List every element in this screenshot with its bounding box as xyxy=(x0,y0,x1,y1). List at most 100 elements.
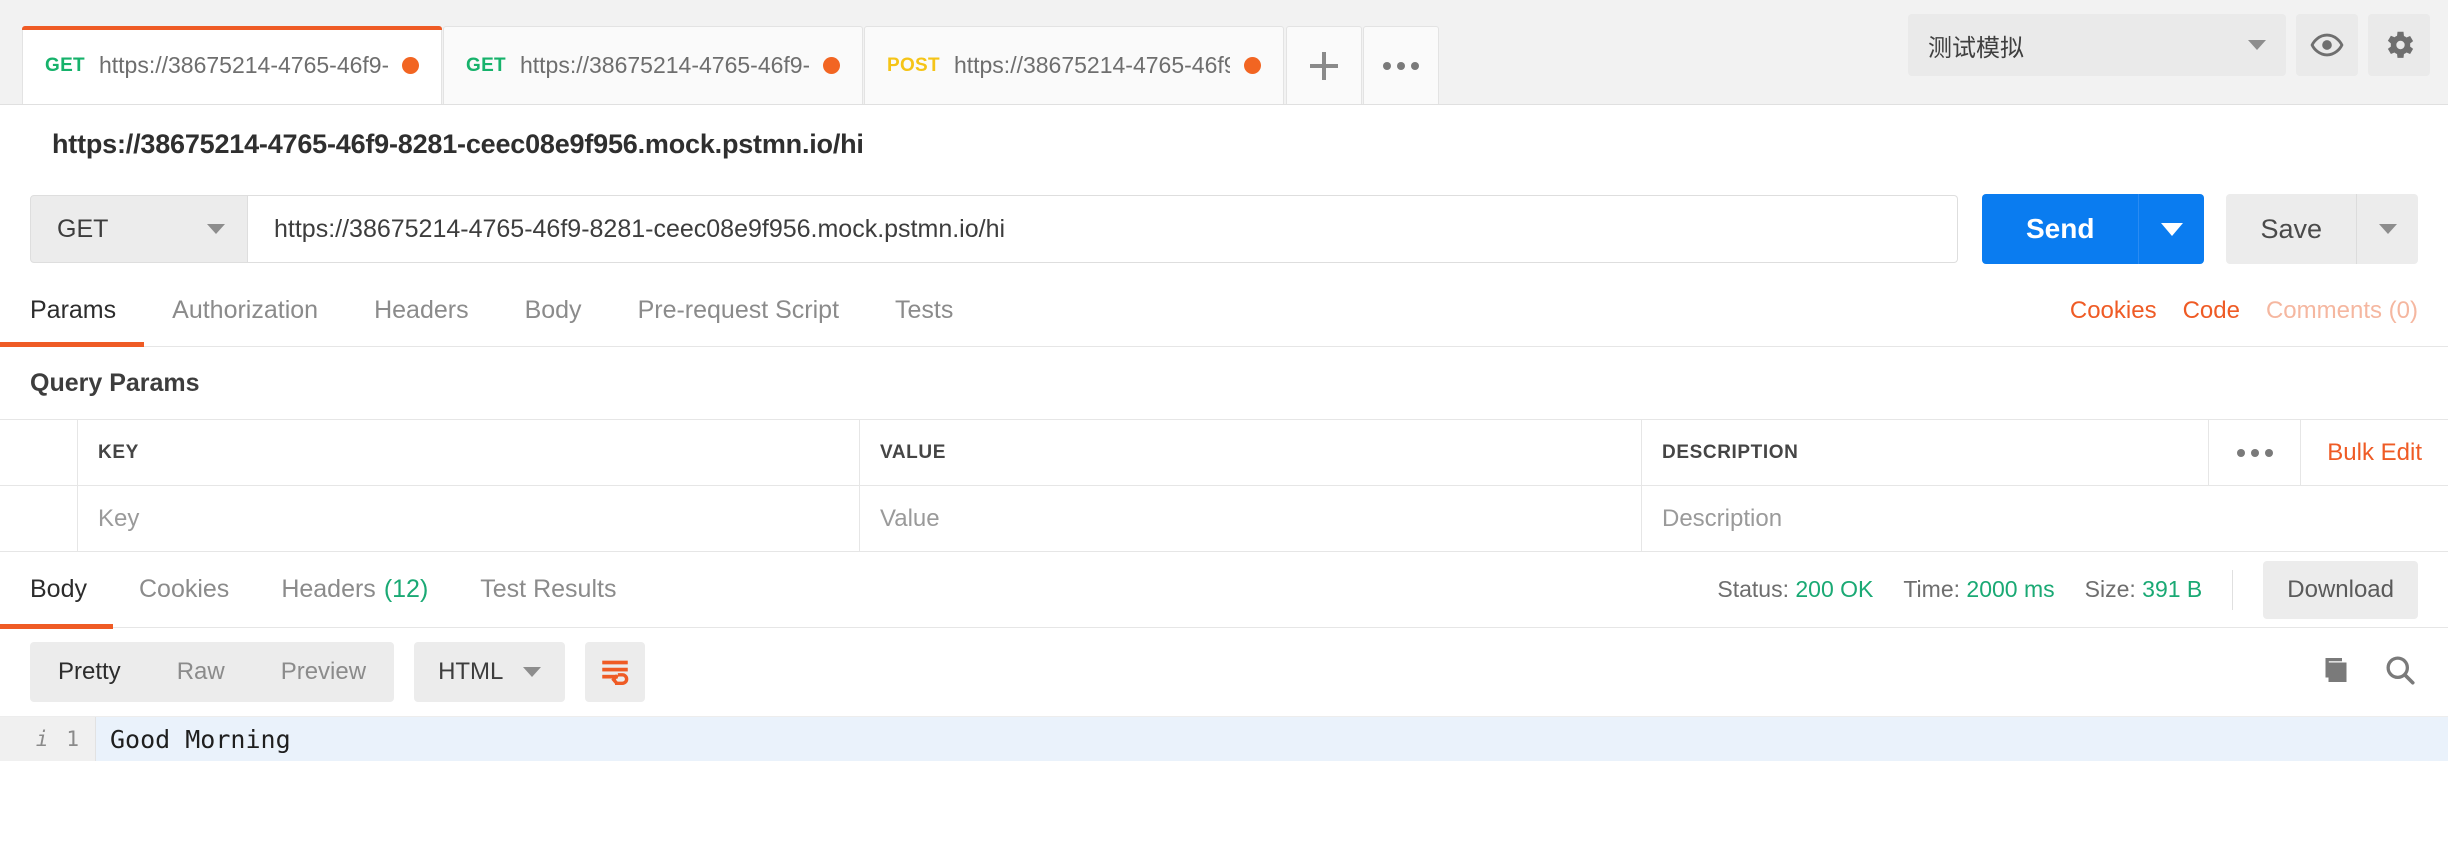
tab-method-label: POST xyxy=(887,54,940,76)
response-tab-headers[interactable]: Headers (12) xyxy=(255,552,454,628)
code-link[interactable]: Code xyxy=(2183,297,2240,325)
chevron-down-icon xyxy=(523,667,542,677)
response-tab-label: Body xyxy=(30,575,87,603)
tab-authorization[interactable]: Authorization xyxy=(144,275,346,346)
request-tab[interactable]: GET https://38675214-4765-46f9-828 xyxy=(443,26,863,104)
request-url-input[interactable]: https://38675214-4765-46f9-8281-ceec08e9… xyxy=(248,195,1958,263)
comments-link[interactable]: Comments (0) xyxy=(2266,297,2418,325)
response-tab-test-results[interactable]: Test Results xyxy=(454,552,642,628)
line-number: 1 xyxy=(66,727,79,751)
size-label: Size: xyxy=(2084,576,2136,602)
settings-button[interactable] xyxy=(2368,14,2430,76)
tab-bar: GET https://38675214-4765-46f9-828 GET h… xyxy=(0,0,2448,105)
table-header-actions: Bulk Edit xyxy=(2208,420,2448,486)
response-format-selector[interactable]: HTML xyxy=(414,642,566,702)
tab-params[interactable]: Params xyxy=(0,275,145,347)
param-key-input[interactable]: Key xyxy=(78,486,860,551)
search-icon xyxy=(2386,655,2415,685)
status-metric: Status: 200 OK xyxy=(1717,576,1873,603)
tab-tests[interactable]: Tests xyxy=(867,275,981,346)
environment-controls: 测试模拟 xyxy=(1908,14,2430,76)
table-options-button[interactable] xyxy=(2208,420,2300,486)
http-method-selector[interactable]: GET xyxy=(30,195,248,263)
tab-url-label: https://38675214-4765-46f9-82 xyxy=(953,52,1230,78)
query-params-title: Query Params xyxy=(30,368,200,397)
response-tab-cookies[interactable]: Cookies xyxy=(113,552,255,628)
code-line: i 1 Good Morning xyxy=(0,717,2448,761)
view-mode-raw[interactable]: Raw xyxy=(149,642,253,702)
new-tab-button[interactable] xyxy=(1286,26,1362,104)
tab-method-label: GET xyxy=(466,54,506,76)
response-actions xyxy=(2318,652,2418,693)
value-placeholder: Value xyxy=(880,504,940,532)
environment-name: 测试模拟 xyxy=(1928,34,2024,62)
view-mode-pretty[interactable]: Pretty xyxy=(30,642,149,702)
word-wrap-icon xyxy=(602,660,629,686)
time-label: Time: xyxy=(1903,576,1961,602)
gear-icon xyxy=(2387,31,2414,58)
time-metric: Time: 2000 ms xyxy=(1903,576,2054,603)
param-description-input[interactable]: Description xyxy=(1642,486,2448,551)
response-view-bar: Pretty Raw Preview HTML xyxy=(0,628,2448,716)
ellipsis-icon xyxy=(2236,449,2273,457)
tab-url-label: https://38675214-4765-46f9-828 xyxy=(98,52,388,78)
select-all-cell xyxy=(0,420,78,485)
ellipsis-icon xyxy=(1383,61,1419,70)
chevron-down-icon xyxy=(2248,40,2266,50)
request-title-row: https://38675214-4765-46f9-8281-ceec08e9… xyxy=(0,105,2448,183)
response-format-label: HTML xyxy=(438,658,504,685)
view-controls: Pretty Raw Preview HTML xyxy=(30,642,646,702)
query-params-table: KEY VALUE DESCRIPTION Bulk Edit Key Valu… xyxy=(0,419,2448,552)
word-wrap-button[interactable] xyxy=(585,642,646,702)
plus-icon xyxy=(1310,51,1338,80)
size-metric: Size: 391 B xyxy=(2085,576,2203,603)
tab-headers[interactable]: Headers xyxy=(346,275,497,346)
unsaved-changes-dot xyxy=(1244,57,1261,74)
request-tab[interactable]: POST https://38675214-4765-46f9-82 xyxy=(864,26,1284,104)
column-header-value: VALUE xyxy=(860,420,1642,485)
send-options-button[interactable] xyxy=(2138,194,2205,264)
page-title: https://38675214-4765-46f9-8281-ceec08e9… xyxy=(52,128,864,159)
view-mode-preview[interactable]: Preview xyxy=(253,642,394,702)
tab-body[interactable]: Body xyxy=(497,275,610,346)
line-gutter: i 1 xyxy=(0,717,96,761)
param-value-input[interactable]: Value xyxy=(860,486,1642,551)
environment-quick-look-button[interactable] xyxy=(2296,14,2358,76)
response-body-viewer[interactable]: i 1 Good Morning xyxy=(0,716,2448,852)
request-section-tabs: Params Authorization Headers Body Pre-re… xyxy=(0,275,2448,347)
query-params-table-head: KEY VALUE DESCRIPTION Bulk Edit xyxy=(0,420,2448,486)
response-tab-label: Headers xyxy=(281,575,376,603)
save-options-button[interactable] xyxy=(2356,194,2418,264)
tab-pre-request-script[interactable]: Pre-request Script xyxy=(610,275,867,346)
chevron-down-icon xyxy=(2378,224,2397,234)
tab-url-label: https://38675214-4765-46f9-828 xyxy=(519,52,809,78)
search-response-button[interactable] xyxy=(2382,652,2418,693)
request-tab[interactable]: GET https://38675214-4765-46f9-828 xyxy=(22,26,442,104)
column-label: KEY xyxy=(98,441,139,463)
column-header-key: KEY xyxy=(78,420,860,485)
info-icon[interactable]: i xyxy=(36,727,49,751)
response-tab-list: Body Cookies Headers (12) Test Results xyxy=(0,552,642,629)
copy-button[interactable] xyxy=(2318,652,2354,693)
url-bar: GET https://38675214-4765-46f9-8281-ceec… xyxy=(0,183,2448,275)
bulk-edit-button[interactable]: Bulk Edit xyxy=(2300,420,2448,486)
size-value: 391 B xyxy=(2142,576,2203,602)
copy-icon xyxy=(2325,657,2347,682)
cookies-link[interactable]: Cookies xyxy=(2070,297,2157,325)
description-placeholder: Description xyxy=(1662,504,1783,532)
response-tab-body[interactable]: Body xyxy=(0,552,113,629)
environment-selector[interactable]: 测试模拟 xyxy=(1908,14,2286,76)
tab-bar-buttons xyxy=(1285,0,1439,104)
row-checkbox-cell[interactable] xyxy=(0,486,78,551)
response-bar: Body Cookies Headers (12) Test Results S… xyxy=(0,552,2448,629)
send-button[interactable]: Send xyxy=(1981,194,2139,264)
eye-icon xyxy=(2310,33,2344,57)
download-button[interactable]: Download xyxy=(2263,560,2418,619)
save-button[interactable]: Save xyxy=(2226,194,2356,264)
status-badge: 200 OK xyxy=(1795,576,1874,602)
view-mode-group: Pretty Raw Preview xyxy=(30,642,395,702)
column-label: DESCRIPTION xyxy=(1662,441,1799,463)
key-placeholder: Key xyxy=(98,504,140,532)
tab-options-button[interactable] xyxy=(1363,26,1439,104)
request-tab-list: Params Authorization Headers Body Pre-re… xyxy=(0,275,981,347)
